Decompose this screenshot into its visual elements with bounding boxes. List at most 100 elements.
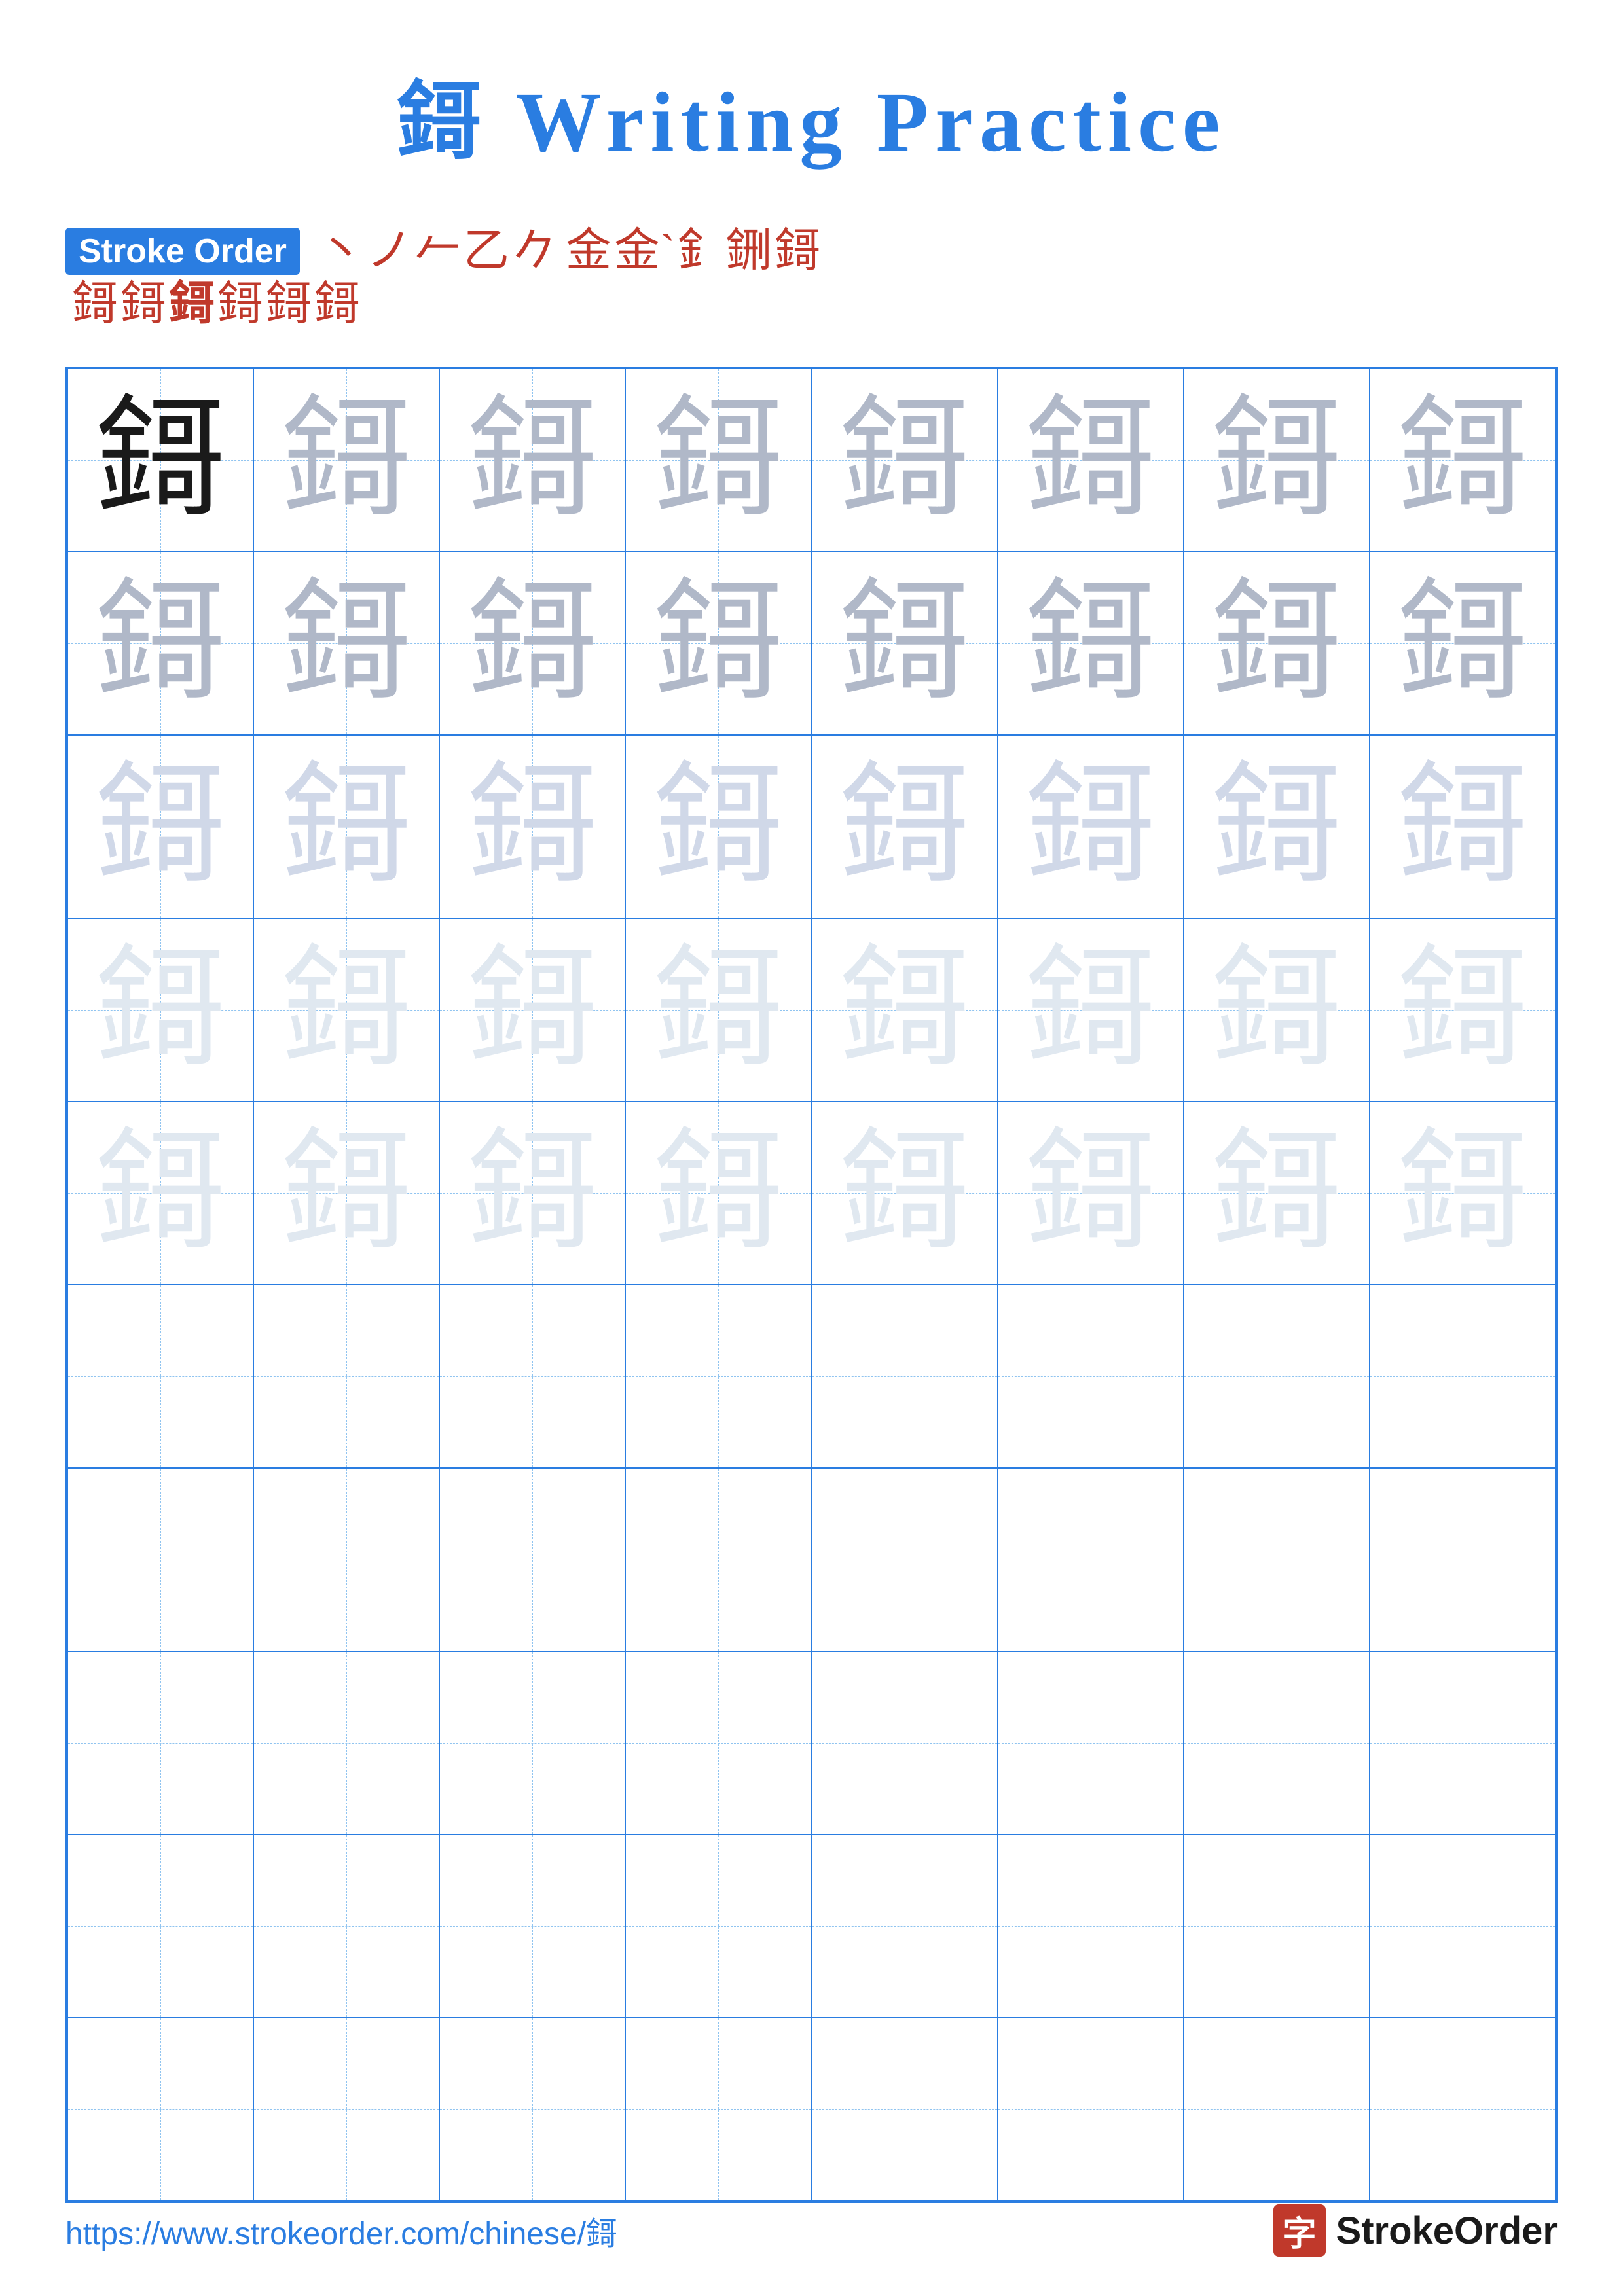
grid-cell[interactable]: 鎶 bbox=[1184, 552, 1370, 735]
stroke-char-9: 金` bbox=[614, 228, 675, 274]
grid-cell-empty[interactable] bbox=[625, 2018, 811, 2201]
footer-url[interactable]: https://www.strokeorder.com/chinese/鎶 bbox=[65, 2208, 617, 2253]
practice-char: 鎶 bbox=[1211, 571, 1342, 715]
grid-cell-empty[interactable] bbox=[67, 1285, 253, 1468]
grid-cell-empty[interactable] bbox=[998, 1835, 1184, 2018]
grid-cell-empty[interactable] bbox=[67, 2018, 253, 2201]
grid-cell-empty[interactable] bbox=[253, 1468, 439, 1651]
grid-cell[interactable]: 鎶 bbox=[67, 1102, 253, 1285]
grid-cell-empty[interactable] bbox=[625, 1835, 811, 2018]
grid-cell[interactable]: 鎶 bbox=[625, 918, 811, 1102]
practice-char: 鎶 bbox=[95, 937, 226, 1082]
grid-row-10 bbox=[67, 2018, 1556, 2201]
practice-char: 鎶 bbox=[467, 1121, 598, 1265]
grid-cell-empty[interactable] bbox=[1184, 1285, 1370, 1468]
grid-cell[interactable]: 鎶 bbox=[67, 368, 253, 552]
grid-cell-empty[interactable] bbox=[1184, 2018, 1370, 2201]
grid-cell[interactable]: 鎶 bbox=[998, 552, 1184, 735]
grid-cell[interactable]: 鎶 bbox=[812, 552, 998, 735]
grid-cell[interactable]: 鎶 bbox=[253, 552, 439, 735]
grid-cell[interactable]: 鎶 bbox=[812, 918, 998, 1102]
grid-cell-empty[interactable] bbox=[1184, 1468, 1370, 1651]
grid-cell-empty[interactable] bbox=[1370, 1651, 1556, 1835]
grid-cell[interactable]: 鎶 bbox=[1370, 735, 1556, 918]
grid-cell-empty[interactable] bbox=[1370, 2018, 1556, 2201]
grid-cell[interactable]: 鎶 bbox=[439, 735, 625, 918]
grid-cell[interactable]: 鎶 bbox=[253, 368, 439, 552]
grid-cell[interactable]: 鎶 bbox=[1184, 1102, 1370, 1285]
grid-cell-empty[interactable] bbox=[439, 1651, 625, 1835]
grid-cell[interactable]: 鎶 bbox=[625, 1102, 811, 1285]
grid-cell[interactable]: 鎶 bbox=[1370, 552, 1556, 735]
grid-cell[interactable]: 鎶 bbox=[253, 918, 439, 1102]
grid-cell-empty[interactable] bbox=[625, 1468, 811, 1651]
grid-cell-empty[interactable] bbox=[439, 2018, 625, 2201]
grid-cell-empty[interactable] bbox=[67, 1651, 253, 1835]
grid-cell-empty[interactable] bbox=[998, 1651, 1184, 1835]
grid-cell[interactable]: 鎶 bbox=[1370, 1102, 1556, 1285]
grid-cell[interactable]: 鎶 bbox=[625, 552, 811, 735]
grid-cell-empty[interactable] bbox=[812, 2018, 998, 2201]
grid-cell-empty[interactable] bbox=[812, 1651, 998, 1835]
grid-cell-empty[interactable] bbox=[253, 1835, 439, 2018]
grid-row-1: 鎶 鎶 鎶 鎶 鎶 鎶 鎶 鎶 bbox=[67, 368, 1556, 552]
grid-cell[interactable]: 鎶 bbox=[625, 368, 811, 552]
grid-cell[interactable]: 鎶 bbox=[812, 368, 998, 552]
grid-cell-empty[interactable] bbox=[812, 1835, 998, 2018]
grid-cell-empty[interactable] bbox=[812, 1468, 998, 1651]
grid-cell[interactable]: 鎶 bbox=[439, 368, 625, 552]
grid-cell[interactable]: 鎶 bbox=[253, 1102, 439, 1285]
grid-row-7 bbox=[67, 1468, 1556, 1651]
grid-cell[interactable]: 鎶 bbox=[998, 735, 1184, 918]
grid-cell[interactable]: 鎶 bbox=[812, 1102, 998, 1285]
grid-cell-empty[interactable] bbox=[998, 1468, 1184, 1651]
grid-cell[interactable]: 鎶 bbox=[998, 368, 1184, 552]
practice-char: 鎶 bbox=[1025, 754, 1156, 899]
page-title: 鎶 Writing Practice bbox=[397, 52, 1227, 175]
practice-char: 鎶 bbox=[839, 754, 970, 899]
grid-cell[interactable]: 鎶 bbox=[1370, 368, 1556, 552]
grid-cell[interactable]: 鎶 bbox=[1184, 368, 1370, 552]
grid-cell-empty[interactable] bbox=[253, 1285, 439, 1468]
practice-char: 鎶 bbox=[467, 571, 598, 715]
grid-cell[interactable]: 鎶 bbox=[998, 918, 1184, 1102]
grid-cell-empty[interactable] bbox=[439, 1835, 625, 2018]
grid-cell[interactable]: 鎶 bbox=[1184, 918, 1370, 1102]
grid-cell-empty[interactable] bbox=[998, 2018, 1184, 2201]
grid-cell[interactable]: 鎶 bbox=[998, 1102, 1184, 1285]
grid-cell-empty[interactable] bbox=[67, 1835, 253, 2018]
grid-cell-empty[interactable] bbox=[625, 1651, 811, 1835]
practice-char: 鎶 bbox=[281, 1121, 412, 1265]
practice-char: 鎶 bbox=[839, 1121, 970, 1265]
grid-cell[interactable]: 鎶 bbox=[1184, 735, 1370, 918]
grid-cell-empty[interactable] bbox=[253, 1651, 439, 1835]
grid-cell[interactable]: 鎶 bbox=[253, 735, 439, 918]
grid-cell[interactable]: 鎶 bbox=[1370, 918, 1556, 1102]
practice-char: 鎶 bbox=[1025, 937, 1156, 1082]
grid-cell-empty[interactable] bbox=[1370, 1468, 1556, 1651]
grid-cell-empty[interactable] bbox=[998, 1285, 1184, 1468]
grid-cell-empty[interactable] bbox=[439, 1468, 625, 1651]
grid-cell[interactable]: 鎶 bbox=[439, 1102, 625, 1285]
grid-cell[interactable]: 鎶 bbox=[625, 735, 811, 918]
practice-char: 鎶 bbox=[1397, 937, 1528, 1082]
grid-cell-empty[interactable] bbox=[1184, 1651, 1370, 1835]
grid-cell[interactable]: 鎶 bbox=[439, 918, 625, 1102]
grid-cell[interactable]: 鎶 bbox=[67, 918, 253, 1102]
grid-cell[interactable]: 鎶 bbox=[812, 735, 998, 918]
grid-row-2: 鎶 鎶 鎶 鎶 鎶 鎶 鎶 鎶 bbox=[67, 552, 1556, 735]
grid-cell[interactable]: 鎶 bbox=[67, 735, 253, 918]
grid-cell-empty[interactable] bbox=[625, 1285, 811, 1468]
grid-cell-empty[interactable] bbox=[439, 1285, 625, 1468]
grid-cell[interactable]: 鎶 bbox=[439, 552, 625, 735]
grid-cell-empty[interactable] bbox=[812, 1285, 998, 1468]
grid-cell[interactable]: 鎶 bbox=[67, 552, 253, 735]
grid-cell-empty[interactable] bbox=[67, 1468, 253, 1651]
grid-cell-empty[interactable] bbox=[1184, 1835, 1370, 2018]
grid-cell-empty[interactable] bbox=[253, 2018, 439, 2201]
grid-cell-empty[interactable] bbox=[1370, 1285, 1556, 1468]
page: 鎶 Writing Practice Stroke Order 丶 ノ 𠂉 乙 … bbox=[0, 0, 1623, 2296]
grid-cell-empty[interactable] bbox=[1370, 1835, 1556, 2018]
practice-char: 鎶 bbox=[1025, 571, 1156, 715]
practice-char: 鎶 bbox=[95, 387, 226, 532]
